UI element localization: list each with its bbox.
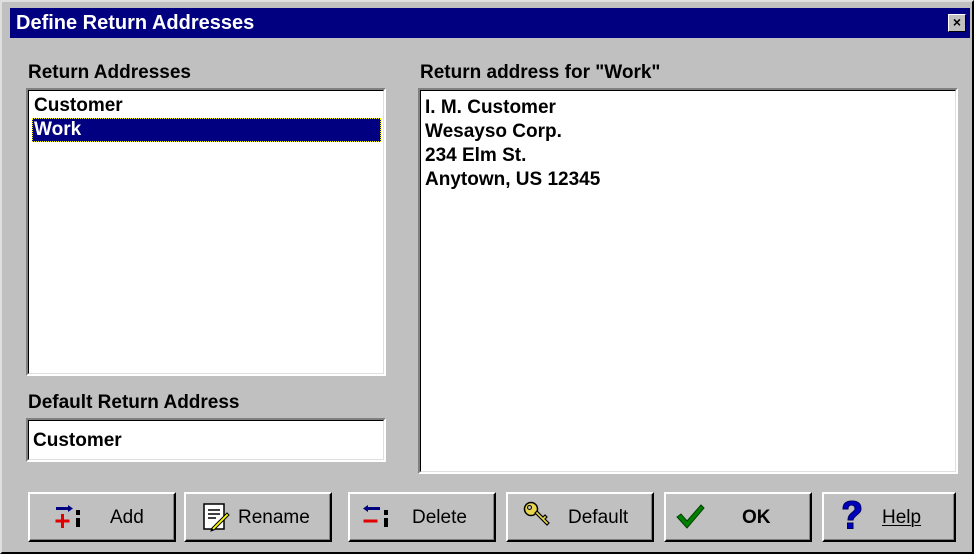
default-button[interactable]: Default — [506, 492, 654, 542]
default-button-label: Default — [568, 507, 629, 528]
close-button[interactable]: × — [948, 14, 966, 32]
address-line: 234 Elm St. — [425, 145, 527, 166]
return-address-textarea[interactable]: I. M. Customer Wesayso Corp. 234 Elm St.… — [418, 88, 958, 474]
address-line: Wesayso Corp. — [425, 121, 562, 142]
add-button[interactable]: Add — [28, 492, 176, 542]
default-return-address-value: Customer — [33, 430, 122, 451]
address-line: I. M. Customer — [425, 97, 556, 118]
window-title: Define Return Addresses — [16, 12, 255, 34]
address-line: Anytown, US 12345 — [425, 169, 601, 190]
rename-icon — [203, 503, 230, 532]
key-icon — [523, 501, 550, 526]
rename-button[interactable]: Rename — [184, 492, 332, 542]
define-return-addresses-dialog: Define Return Addresses × Return Address… — [0, 0, 974, 554]
delete-icon — [363, 505, 388, 527]
return-addresses-label: Return Addresses — [28, 62, 191, 83]
delete-button-label: Delete — [412, 507, 467, 528]
add-icon — [55, 505, 80, 528]
checkmark-icon — [676, 504, 705, 529]
rename-button-label: Rename — [238, 507, 310, 528]
question-mark-icon — [842, 500, 862, 529]
list-item-customer[interactable]: Customer — [32, 94, 381, 118]
close-icon[interactable]: × — [953, 14, 961, 30]
delete-button[interactable]: Delete — [348, 492, 496, 542]
ok-button-label: OK — [742, 507, 771, 528]
list-item-work[interactable]: Work — [32, 118, 381, 142]
help-button[interactable]: Help — [822, 492, 956, 542]
default-return-address-field[interactable]: Customer — [26, 418, 386, 462]
ok-button[interactable]: OK — [664, 492, 812, 542]
help-button-label: Help — [882, 507, 922, 528]
return-address-panel-label: Return address for "Work" — [420, 62, 661, 83]
return-addresses-listbox[interactable]: Customer Work — [26, 88, 386, 376]
title-bar[interactable]: Define Return Addresses × — [10, 8, 970, 38]
default-return-address-label: Default Return Address — [28, 392, 240, 413]
add-button-label: Add — [110, 507, 144, 528]
